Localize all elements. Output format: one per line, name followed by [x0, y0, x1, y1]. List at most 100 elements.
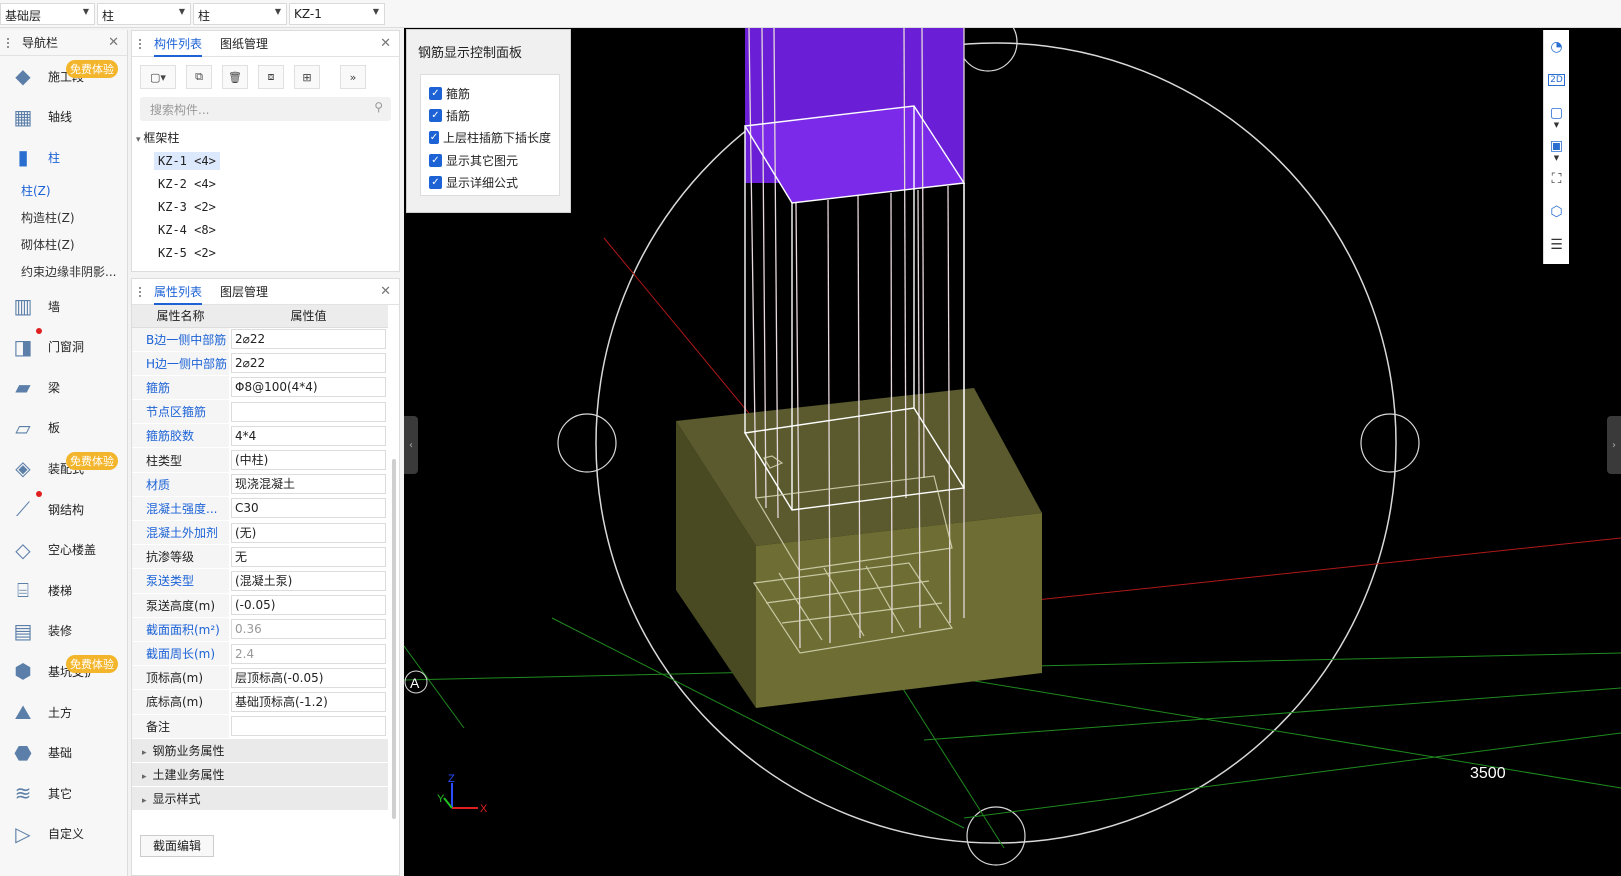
- checkbox[interactable]: ✓: [429, 108, 442, 122]
- checkbox[interactable]: ✓: [429, 131, 439, 145]
- display-option[interactable]: ✓ 显示其它图元: [429, 149, 551, 171]
- list-item[interactable]: KZ-3 <2>: [136, 196, 399, 219]
- table-row: 混凝土外加剂 (无): [132, 520, 388, 546]
- new-component-button[interactable]: ▢▾: [140, 65, 176, 89]
- property-value-field[interactable]: (中柱): [231, 450, 386, 471]
- property-value-field[interactable]: 无: [231, 546, 386, 567]
- import-button[interactable]: ⊞: [294, 65, 320, 89]
- display-option[interactable]: ✓ 上层柱插筋下插长度: [429, 127, 551, 149]
- display-option[interactable]: ✓ 插筋: [429, 104, 551, 126]
- collapse-left-button[interactable]: ‹: [404, 416, 418, 474]
- drag-handle-icon[interactable]: [138, 37, 142, 50]
- checkbox[interactable]: ✓: [429, 175, 442, 189]
- property-name: B边一侧中部筋: [132, 327, 229, 352]
- triad-z-label: Z: [448, 773, 455, 785]
- 2d-view-button[interactable]: 2D: [1544, 63, 1569, 96]
- table-row: 顶标高(m) 层顶标高(-0.05): [132, 665, 388, 691]
- sidebar-item-other[interactable]: ≋ 其它: [0, 773, 127, 814]
- list-item[interactable]: KZ-1 <4>: [136, 150, 399, 173]
- copy-to-floor-button[interactable]: ⧈: [258, 65, 284, 89]
- sidebar-item-custom[interactable]: ▷ 自定义: [0, 814, 127, 855]
- 3d-view-button[interactable]: ▢ ▼: [1544, 96, 1569, 130]
- free-trial-badge[interactable]: 免费体验: [66, 452, 118, 471]
- free-trial-badge[interactable]: 免费体验: [66, 655, 118, 674]
- property-value-field[interactable]: Φ8@100(4*4): [231, 377, 386, 398]
- property-value-field[interactable]: 现浇混凝土: [231, 474, 386, 495]
- type-select[interactable]: 柱 ▼: [193, 3, 287, 25]
- property-value-field[interactable]: (无): [231, 522, 386, 543]
- sidebar-item-steel[interactable]: ⟋ 钢结构: [0, 489, 127, 530]
- 3d-viewport[interactable]: A 3500 Z Y X ‹ ›: [404, 28, 1621, 876]
- display-option[interactable]: ✓ 显示详细公式: [429, 171, 551, 193]
- property-value-field[interactable]: (-0.05): [231, 595, 386, 616]
- property-group[interactable]: 土建业务属性: [132, 762, 388, 787]
- copy-button[interactable]: ⧉: [186, 65, 212, 89]
- close-icon[interactable]: ✕: [380, 36, 391, 51]
- sidebar-item-construction-section[interactable]: ◆ 施工段 免费体验: [0, 56, 127, 97]
- sidebar-item-door-window[interactable]: ◨ 门窗洞: [0, 326, 127, 367]
- sidebar-item-slab[interactable]: ▱ 板: [0, 408, 127, 449]
- sidebar-item-beam[interactable]: ▰ 梁: [0, 367, 127, 408]
- view-settings-button[interactable]: ☰: [1544, 228, 1569, 261]
- component-select[interactable]: KZ-1 ▼: [289, 3, 385, 25]
- component-search-input[interactable]: 搜索构件... ⚲: [140, 97, 391, 121]
- sidebar-item-decoration[interactable]: ▤ 装修: [0, 611, 127, 652]
- floor-select[interactable]: 基础层 ▼: [0, 3, 95, 25]
- property-scrollbar[interactable]: [392, 459, 396, 819]
- property-value-field[interactable]: [231, 716, 386, 737]
- checkbox[interactable]: ✓: [429, 153, 442, 167]
- property-value-field[interactable]: [231, 401, 386, 422]
- property-value-field[interactable]: C30: [231, 498, 386, 519]
- tab-layer-management[interactable]: 图层管理: [220, 279, 268, 305]
- sidebar-item-prefab[interactable]: ◈ 装配式 免费体验: [0, 448, 127, 489]
- property-value-field[interactable]: 2.4: [231, 643, 386, 664]
- property-value-field[interactable]: 基础顶标高(-1.2): [231, 691, 386, 712]
- sidebar-item-earthwork[interactable]: ⛰ 土方: [0, 692, 127, 733]
- property-value-field[interactable]: 4*4: [231, 425, 386, 446]
- sidebar-subitem[interactable]: 构造柱(Z): [0, 205, 127, 232]
- sidebar-item-pit-support[interactable]: ⬢基坑支护免费体验: [0, 651, 127, 692]
- property-value-field[interactable]: (混凝土泵): [231, 570, 386, 591]
- sidebar-subitem[interactable]: 柱(Z): [0, 178, 127, 205]
- sidebar-item-stair[interactable]: ⌸ 楼梯: [0, 570, 127, 611]
- property-value-field[interactable]: 0.36: [231, 619, 386, 640]
- tab-property-list[interactable]: 属性列表: [154, 279, 203, 305]
- more-button[interactable]: »: [340, 65, 366, 89]
- sidebar-item-foundation[interactable]: ⬣ 基础: [0, 732, 127, 773]
- property-group[interactable]: 钢筋业务属性: [132, 738, 388, 763]
- close-icon[interactable]: ✕: [380, 284, 391, 299]
- list-item[interactable]: KZ-5 <2>: [136, 242, 399, 265]
- axis-label-a: A: [410, 675, 420, 691]
- tab-component-list[interactable]: 构件列表: [154, 31, 203, 57]
- property-value-field[interactable]: 2⌀22: [231, 353, 386, 374]
- checkbox[interactable]: ✓: [429, 86, 442, 100]
- section-edit-button[interactable]: 截面编辑: [140, 835, 214, 857]
- list-item-label: KZ-5 <2>: [158, 246, 216, 260]
- isometric-view-button[interactable]: ⬡: [1544, 195, 1569, 228]
- free-trial-badge[interactable]: 免费体验: [66, 60, 118, 78]
- drag-handle-icon[interactable]: [138, 285, 142, 298]
- fit-view-button[interactable]: ⛶: [1544, 162, 1569, 195]
- tab-drawing-management[interactable]: 图纸管理: [220, 31, 268, 57]
- property-value-field[interactable]: 层顶标高(-0.05): [231, 667, 386, 688]
- tree-group[interactable]: ▾ 框架柱: [136, 127, 399, 150]
- sidebar-item-grid[interactable]: ▦ 轴线: [0, 97, 127, 138]
- dynamic-view-button[interactable]: ◔: [1544, 30, 1569, 63]
- property-value-field[interactable]: 2⌀22: [231, 329, 386, 350]
- sidebar-item-column[interactable]: ▮ 柱: [0, 137, 127, 178]
- display-option[interactable]: ✓ 箍筋: [429, 82, 551, 104]
- close-icon[interactable]: ✕: [108, 35, 119, 50]
- table-row: 柱类型 (中柱): [132, 447, 388, 473]
- drag-handle-icon[interactable]: [6, 36, 10, 49]
- sidebar-item-wall[interactable]: ▥ 墙: [0, 286, 127, 327]
- property-group[interactable]: 显示样式: [132, 786, 388, 811]
- sidebar-subitem[interactable]: 砌体柱(Z): [0, 232, 127, 259]
- sidebar-item-hollow-floor[interactable]: ◇ 空心楼盖: [0, 529, 127, 570]
- category-select[interactable]: 柱 ▼: [97, 3, 191, 25]
- delete-button[interactable]: 🗑: [222, 65, 248, 89]
- display-mode-button[interactable]: ▣ ▼: [1544, 129, 1569, 163]
- collapse-right-button[interactable]: ›: [1607, 416, 1621, 474]
- sidebar-subitem[interactable]: 约束边缘非阴影...: [0, 259, 127, 286]
- list-item[interactable]: KZ-2 <4>: [136, 173, 399, 196]
- list-item[interactable]: KZ-4 <8>: [136, 219, 399, 242]
